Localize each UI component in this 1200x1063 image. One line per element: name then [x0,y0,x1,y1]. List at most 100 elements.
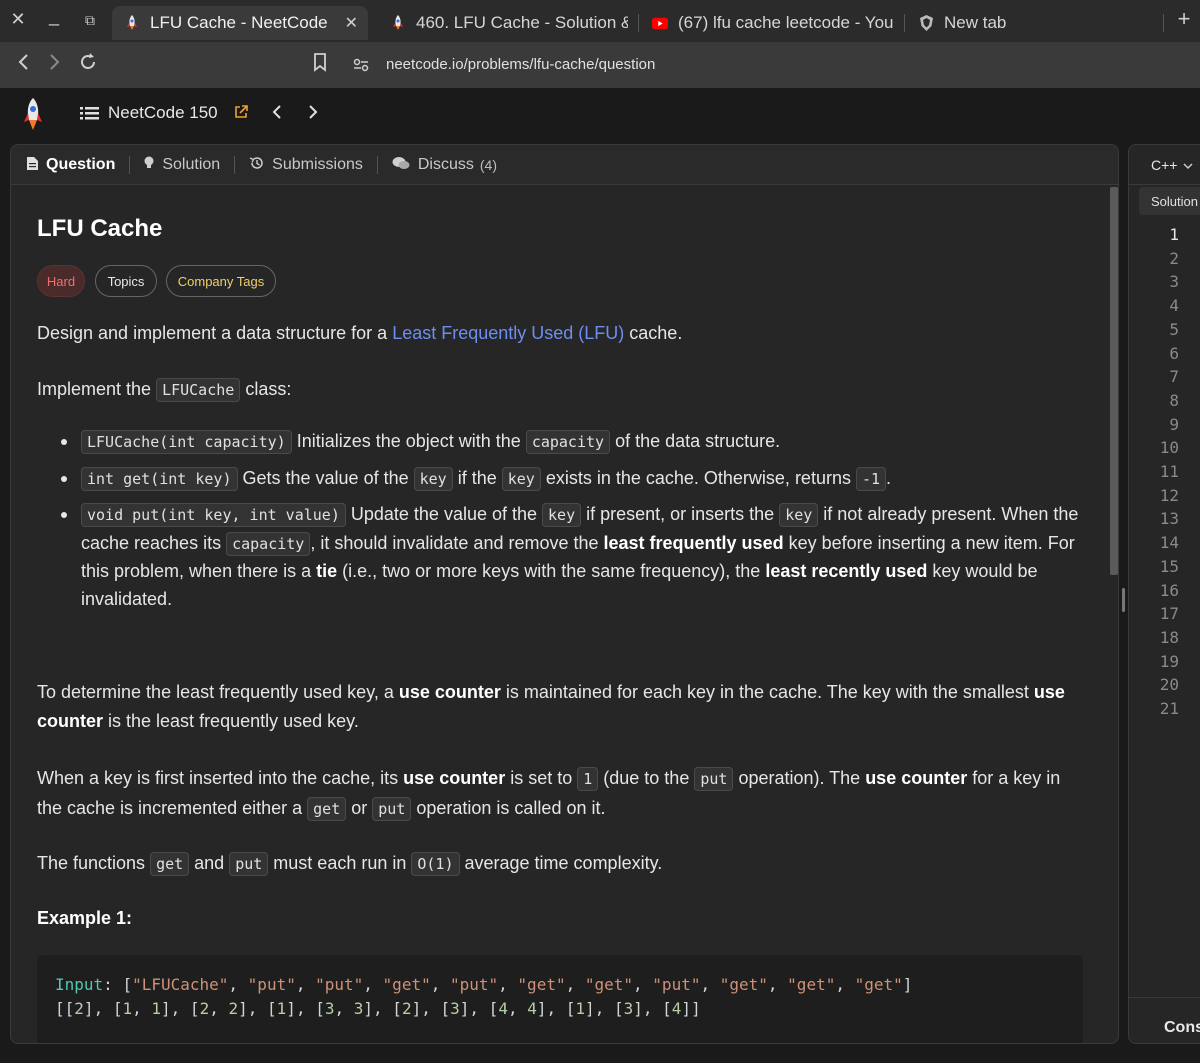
method-list: LFUCache(int capacity) Initializes the o… [37,428,1089,621]
inline-code: 1 [577,767,599,791]
input-arg: 4 [498,999,508,1018]
code-token: , [363,975,383,994]
bookmark-icon[interactable] [312,52,328,78]
input-arg: 2 [199,999,210,1018]
question-panel: Question Solution Submissions Discuss (4… [10,144,1119,1044]
line-number: 9 [1169,414,1179,434]
reload-icon[interactable] [78,52,98,78]
input-arg: 1 [575,999,586,1018]
scrollbar-thumb[interactable] [1110,187,1118,575]
list-item: LFUCache(int capacity) Initializes the o… [37,428,1089,457]
code-token: ] [363,999,374,1018]
input-arg: 2 [228,999,239,1018]
bold-text: use counter [403,768,506,788]
minimize-icon[interactable]: _ [42,6,66,27]
problem-list-label[interactable]: NeetCode 150 [108,103,218,123]
line-number: 12 [1159,485,1179,505]
input-arg: 1 [122,999,133,1018]
code-token: ] [286,999,296,1018]
code-token: , [295,975,316,994]
tab-submissions-label: Submissions [272,155,363,173]
url-field[interactable]: neetcode.io/problems/lfu-cache/question [386,56,655,73]
tab-close-icon[interactable]: ✕ [345,13,358,33]
line-number: 7 [1169,367,1179,387]
tab-title: New tab [944,13,1007,32]
text: . [886,467,892,488]
input-arg: 2 [74,999,84,1018]
forward-icon[interactable] [46,52,62,78]
text: of the data structure. [610,431,781,451]
tab-discuss[interactable]: Discuss (4) [378,156,511,174]
code-token: , [228,975,248,994]
next-problem-icon[interactable] [306,102,320,127]
rocket-favicon-icon [390,15,406,31]
code-token: ] [691,999,701,1018]
panel-resize-handle[interactable] [1122,588,1125,612]
insert-paragraph: When a key is first inserted into the ca… [37,764,1089,824]
lfu-link[interactable]: Least Frequently Used (LFU) [392,323,624,343]
input-op: "get" [517,975,566,994]
bold-text: least recently used [765,561,928,581]
input-op: "get" [719,975,768,994]
code-token: ] [633,999,643,1018]
input-arg: 2 [401,999,412,1018]
tab-discuss-label: Discuss [417,155,474,173]
code-token: ] [238,999,248,1018]
language-select[interactable]: C++ [1129,145,1200,185]
tab-submissions[interactable]: Submissions [235,156,377,174]
external-link-icon[interactable] [233,104,249,125]
text: or [346,798,373,818]
code-token: , [835,975,855,994]
site-settings-icon[interactable] [352,56,370,79]
text: Design and implement a data structure fo… [37,323,393,343]
new-tab-button[interactable]: + [1172,6,1196,32]
tab-separator [638,14,639,32]
text: To determine the least frequently used k… [37,682,399,702]
code-token: , [469,999,489,1018]
code-token: , [209,999,229,1018]
browser-tab-active[interactable]: LFU Cache - NeetCode ✕ [112,6,368,40]
line-number: 6 [1169,343,1179,363]
code-token: [ [267,999,277,1018]
code-token: ] [459,999,470,1018]
tab-separator [904,14,905,32]
back-icon[interactable] [16,52,32,78]
bold-text: least frequently used [603,532,784,553]
use-counter-paragraph: To determine the least frequently used k… [37,678,1089,736]
code-token: , [565,975,585,994]
code-token: , [498,975,518,994]
tab-solution-file[interactable]: Solution [1139,187,1200,215]
text: (due to the [598,768,695,788]
browser-tab[interactable]: (67) lfu cache leetcode - You [640,6,902,40]
text: class: [240,379,292,399]
tab-separator [1163,14,1164,32]
close-window-icon[interactable]: ✕ [6,9,30,30]
tab-title: (67) lfu cache leetcode - You [678,13,894,32]
code-token: ] [161,999,171,1018]
inline-code: capacity [226,531,311,556]
list-icon[interactable] [80,104,100,127]
tab-solution[interactable]: Solution [130,156,234,174]
prev-problem-icon[interactable] [270,102,284,127]
tab-title: 460. LFU Cache - Solution & [416,13,628,32]
restore-icon[interactable]: ⧉ [78,12,102,29]
neetcode-logo-icon[interactable] [22,98,44,137]
browser-tab[interactable]: 460. LFU Cache - Solution & [378,6,628,40]
line-number: 17 [1159,604,1179,624]
inline-code: get [150,852,190,876]
input-arg: 3 [623,999,634,1018]
browser-tab[interactable]: New tab [906,6,1136,40]
topics-button[interactable]: Topics [95,265,157,297]
input-op: "put" [247,975,296,994]
company-tags-button[interactable]: Company Tags [166,265,276,297]
inline-code: put [372,797,412,821]
code-token: , [132,999,152,1018]
input-op: "put" [315,975,364,994]
code-token: , [642,999,663,1018]
tab-question[interactable]: Question [25,156,129,174]
code-token: : [ [103,975,133,994]
console-label[interactable]: Cons [1164,1019,1200,1037]
bold-text: tie [316,561,338,581]
code-token: , [430,975,450,994]
bold-text: use counter [398,682,501,702]
